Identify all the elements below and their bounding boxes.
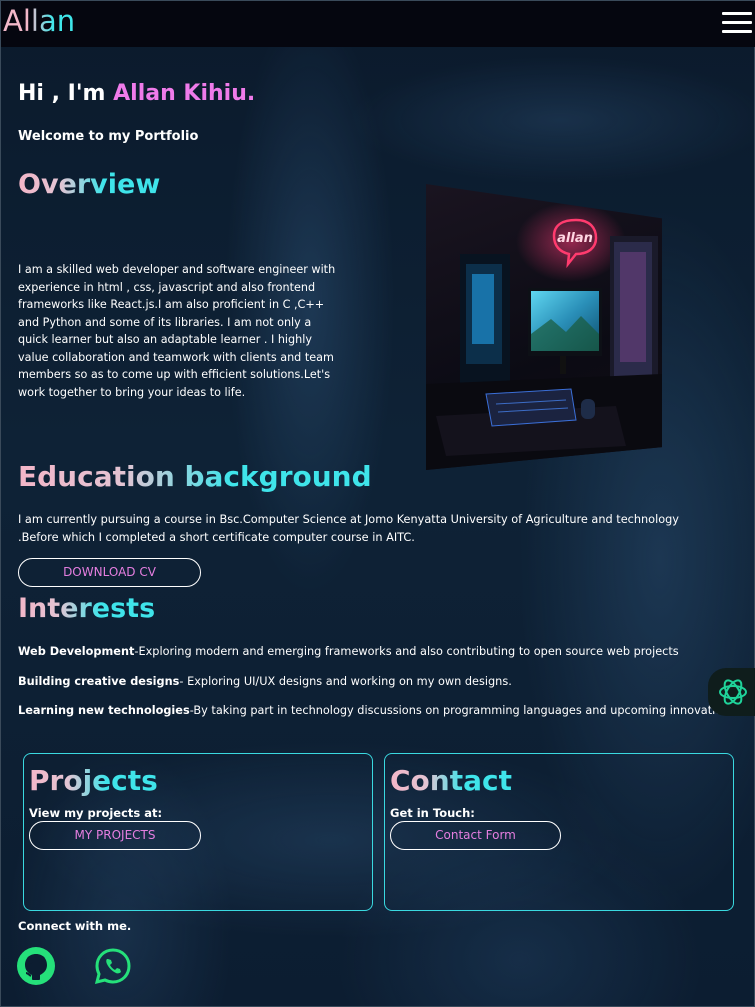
contact-card: Contact Get in Touch: Contact Form [384, 753, 734, 911]
interest-description: -By taking part in technology discussion… [189, 704, 736, 717]
interest-label: Web Development [18, 645, 135, 658]
connect-label: Connect with me. [18, 919, 132, 933]
projects-card: Projects View my projects at: MY PROJECT… [23, 753, 373, 911]
interest-label: Learning new technologies [18, 704, 190, 717]
projects-subtitle: View my projects at: [29, 806, 163, 820]
contact-form-button[interactable]: Contact Form [390, 821, 561, 850]
setup-photo: allan [426, 184, 662, 470]
interests-heading: Interests [18, 593, 156, 624]
site-logo[interactable]: Allan [3, 4, 75, 38]
education-heading: Education background [18, 460, 372, 493]
neon-sign-text: allan [557, 231, 593, 246]
hero-greeting: Hi , I'm Allan Kihiu. [18, 81, 255, 106]
overview-text: I am a skilled web developer and softwar… [18, 263, 336, 399]
education-text: I am currently pursuing a course in Bsc.… [18, 513, 679, 544]
overview-heading: Overview [18, 169, 161, 200]
welcome-text: Welcome to my Portfolio [18, 129, 199, 144]
interest-description: -Exploring modern and emerging framework… [134, 645, 679, 658]
hero-name: Allan Kihiu. [113, 81, 256, 106]
my-projects-button[interactable]: MY PROJECTS [29, 821, 201, 850]
navbar: Allan [1, 1, 755, 47]
interest-item: Learning new technologies-By taking part… [18, 704, 735, 717]
interest-item: Building creative designs- Exploring UI/… [18, 675, 512, 688]
hamburger-menu-icon[interactable] [722, 12, 752, 36]
interest-description: - Exploring UI/UX designs and working on… [179, 675, 512, 688]
whatsapp-icon[interactable] [93, 946, 133, 986]
download-cv-button[interactable]: DOWNLOAD CV [18, 558, 201, 587]
contact-subtitle: Get in Touch: [390, 806, 475, 820]
interest-label: Building creative designs [18, 675, 180, 688]
contact-heading: Contact [390, 764, 512, 797]
github-icon[interactable] [16, 946, 56, 986]
greeting-text: Hi , I'm [18, 81, 106, 106]
interest-item: Web Development-Exploring modern and eme… [18, 645, 679, 658]
projects-heading: Projects [29, 764, 158, 797]
chatgpt-icon[interactable] [708, 668, 755, 716]
